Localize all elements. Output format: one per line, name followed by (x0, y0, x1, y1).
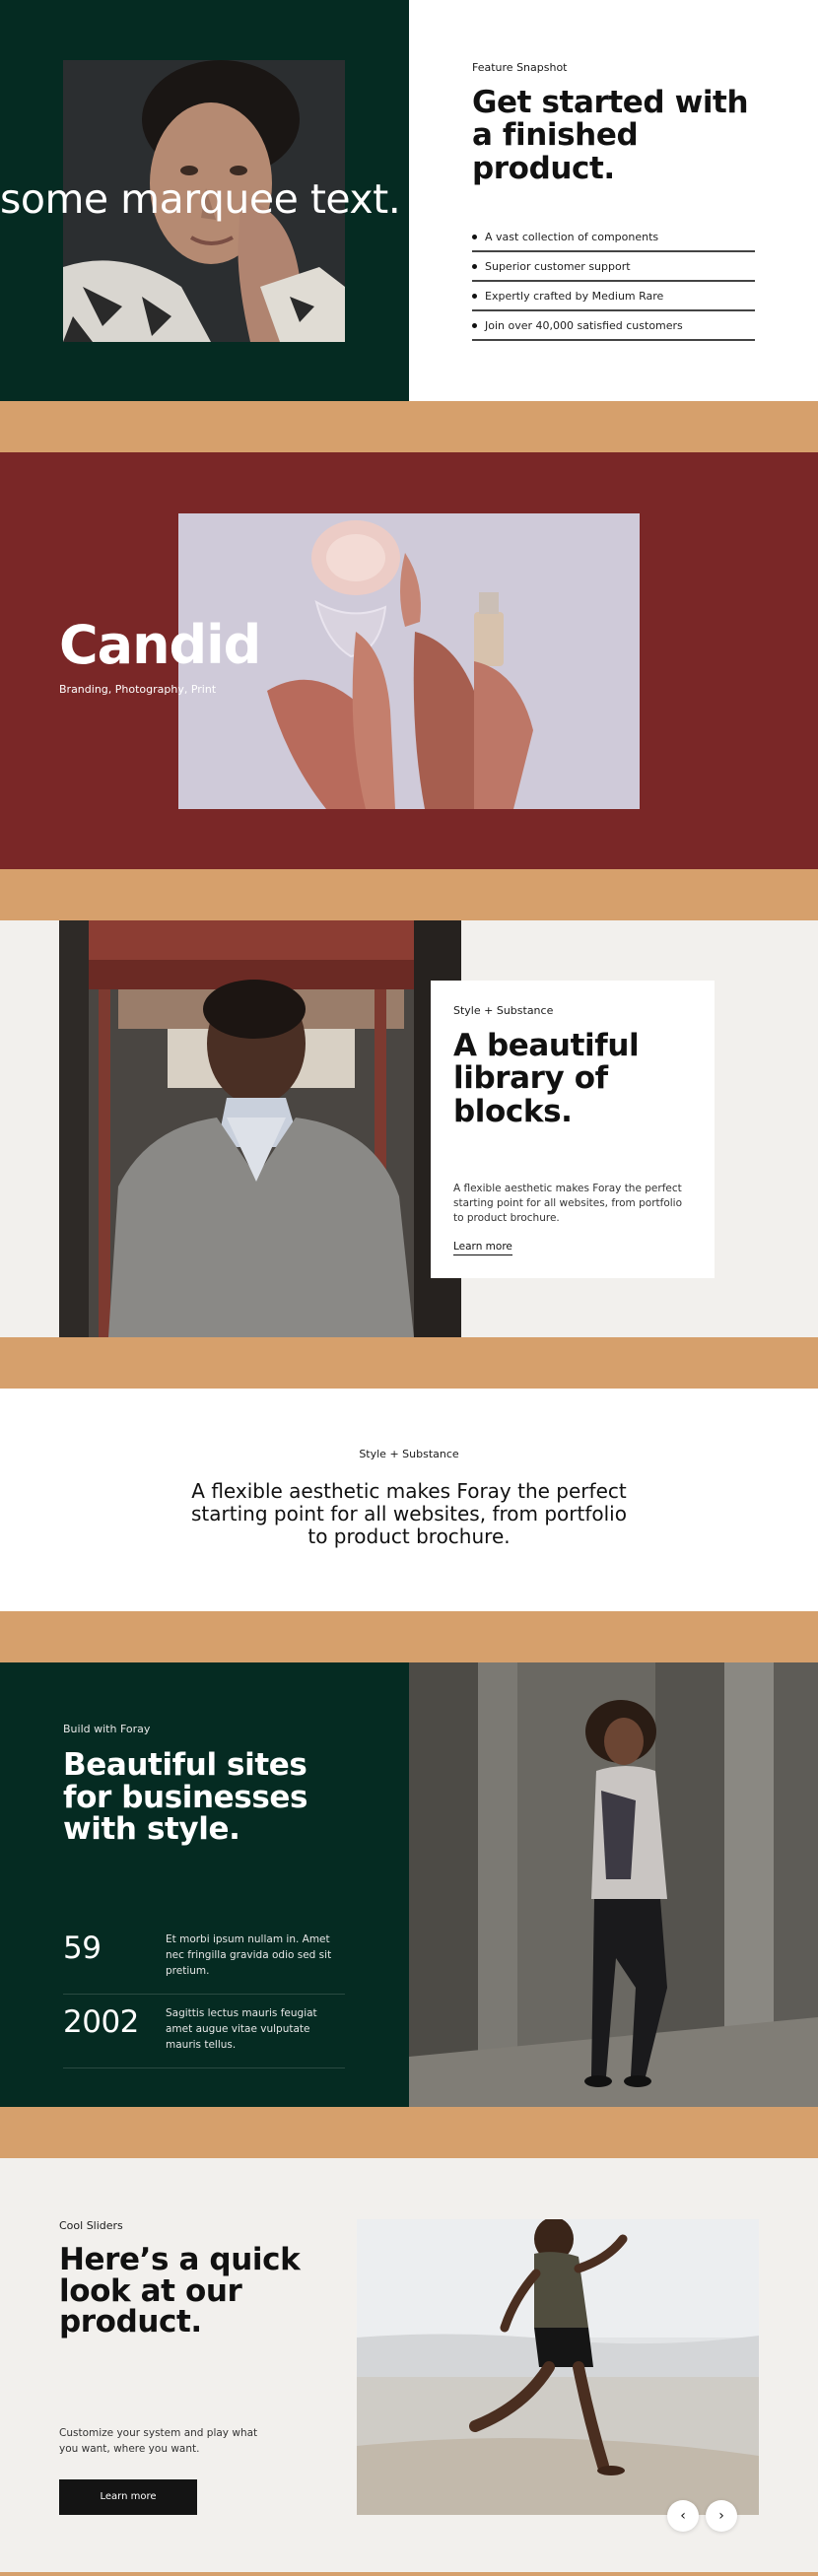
blocks-eyebrow: Style + Substance (453, 1004, 554, 1017)
feature-snapshot-headline: Get started with a finished product. (472, 85, 749, 186)
statement-eyebrow: Style + Substance (359, 1448, 459, 1460)
bullet-icon (472, 323, 477, 328)
project-tags: Branding, Photography, Print (59, 683, 217, 696)
bullet-icon (472, 235, 477, 239)
sliders-eyebrow: Cool Sliders (59, 2219, 123, 2232)
feature-list-item: Join over 40,000 satisfied customers (472, 311, 755, 341)
bullet-icon (472, 264, 477, 269)
marquee-panel: some marquee text. (0, 0, 409, 401)
stat-number: 2002 (63, 2004, 139, 2040)
stat-number: 59 (63, 1931, 102, 1966)
bullet-icon (472, 294, 477, 299)
runner-slide-photo[interactable] (357, 2219, 759, 2515)
feature-list-item: A vast collection of components (472, 223, 755, 252)
chevron-left-icon[interactable]: ‹ (667, 2500, 699, 2532)
project-title[interactable]: Candid (59, 614, 261, 676)
blocks-section: Style + Substance A beautiful library of… (0, 920, 818, 1337)
stat-item: 2002 Sagittis lectus mauris feugiat amet… (63, 1995, 345, 2068)
feature-snapshot-content: Feature Snapshot Get started with a fini… (409, 0, 818, 401)
feature-list: A vast collection of components Superior… (472, 223, 755, 341)
sliders-headline: Here’s a quick look at our product. (59, 2242, 301, 2340)
project-section[interactable]: Candid Branding, Photography, Print (0, 452, 818, 869)
build-section: Build with Foray Beautiful sites for bus… (0, 1662, 818, 2107)
chevron-right-icon[interactable]: › (706, 2500, 737, 2532)
man-in-sweater-photo (59, 920, 461, 1337)
stat-description: Et morbi ipsum nullam in. Amet nec fring… (166, 1933, 332, 1977)
woman-leaning-photo (409, 1662, 818, 2107)
sliders-section: Cool Sliders Here’s a quick look at our … (0, 2158, 818, 2572)
page: some marquee text. Feature Snapshot Get … (0, 0, 818, 2576)
build-headline: Beautiful sites for businesses with styl… (63, 1747, 308, 1848)
build-eyebrow: Build with Foray (63, 1723, 151, 1735)
feature-list-item: Expertly crafted by Medium Rare (472, 282, 755, 311)
learn-more-button[interactable]: Learn more (59, 2479, 197, 2515)
learn-more-link[interactable]: Learn more (453, 1241, 512, 1255)
sliders-body: Customize your system and play what you … (59, 2427, 258, 2455)
statement-text: A flexible aesthetic makes Foray the per… (191, 1479, 627, 1548)
blocks-body: A flexible aesthetic makes Foray the per… (453, 1183, 683, 1225)
feature-list-item: Superior customer support (472, 252, 755, 282)
statement-section: Style + Substance A flexible aesthetic m… (0, 1389, 818, 1611)
build-content: Build with Foray Beautiful sites for bus… (0, 1662, 409, 2107)
feature-snapshot-section: some marquee text. Feature Snapshot Get … (0, 0, 818, 401)
blocks-headline: A beautiful library of blocks. (453, 1028, 640, 1129)
feature-snapshot-eyebrow: Feature Snapshot (472, 61, 568, 74)
blocks-card: Style + Substance A beautiful library of… (431, 981, 715, 1278)
marquee-text: some marquee text. (0, 175, 401, 223)
stat-description: Sagittis lectus mauris feugiat amet augu… (166, 2007, 317, 2051)
stat-item: 59 Et morbi ipsum nullam in. Amet nec fr… (63, 1921, 345, 1995)
